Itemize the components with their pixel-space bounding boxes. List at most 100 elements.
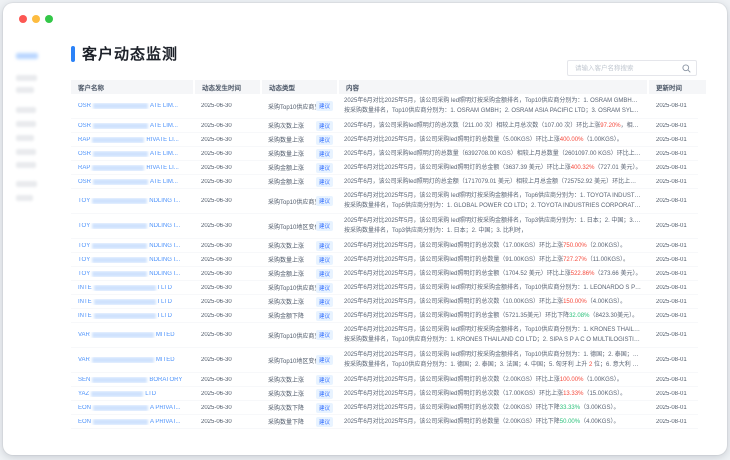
customer-name-link[interactable]: VARMITED <box>71 357 193 363</box>
customer-name-link[interactable]: INTEI LTD <box>71 313 193 319</box>
customer-name-link[interactable]: TOYNDLING I... <box>71 223 193 229</box>
customer-name-link[interactable]: EONA PRIVAT... <box>71 419 193 425</box>
content-text: 2025年6月对比2025年5月，该公司采购 led照明灯按采购金额排名，Top… <box>344 327 642 333</box>
customer-name-suffix: A PRIVAT... <box>150 405 180 411</box>
content-line: 2025年6月对比2025年5月，该公司采购led照明灯的总金额（3637.39… <box>344 163 642 173</box>
content-line: 2025年6月对比2025年5月，该公司采购 led照明灯按采购金额排名，Top… <box>344 216 642 226</box>
suggestion-tag[interactable]: 建议 <box>316 163 333 173</box>
suggestion-tag[interactable]: 建议 <box>316 355 333 365</box>
content-text: 2025年6月对比2025年5月，该公司采购 led照明灯按采购金额排名，Top… <box>344 193 642 199</box>
customer-name-link[interactable]: OSRATE LIM... <box>71 123 193 129</box>
customer-name-link[interactable]: INTEI LTD <box>71 285 193 291</box>
customer-name-prefix: EON <box>78 419 91 425</box>
content-line: 2025年6月对比2025年5月，该公司采购led照明灯的总次数（2.00KGS… <box>344 375 642 385</box>
content-text: 2025年6月对比2025年5月，该公司采购led照明灯的总金额（1704.52… <box>344 271 571 277</box>
customer-name-link[interactable]: RAPRIVATE LI... <box>71 165 193 171</box>
suggestion-tag[interactable]: 建议 <box>316 330 333 340</box>
event-type-label: 采购金额下降 <box>268 311 304 320</box>
customer-name-link[interactable]: YAZLTD <box>71 391 193 397</box>
content-line: 按采购数量排名，Top3供应商分别为：1. 日本；2. 中国；3. 比利时， <box>344 226 642 236</box>
customer-name-link[interactable]: TOYNDLING I... <box>71 198 193 204</box>
suggestion-tag[interactable]: 建议 <box>316 177 333 187</box>
sidebar-item[interactable] <box>16 149 36 155</box>
suggestion-tag[interactable]: 建议 <box>316 297 333 307</box>
customer-name-redacted <box>92 257 147 263</box>
minimize-button[interactable] <box>32 15 40 23</box>
suggestion-tag[interactable]: 建议 <box>316 149 333 159</box>
suggestion-tag[interactable]: 建议 <box>316 241 333 251</box>
customer-name-link[interactable]: TOYNDLING I... <box>71 271 193 277</box>
customer-dynamics-table: 客户名称 动态发生时间 动态类型 内容 更新时间 OSRATE LIM...20… <box>71 80 698 429</box>
suggestion-tag[interactable]: 建议 <box>316 221 333 231</box>
customer-name-redacted <box>94 313 156 319</box>
zoom-button[interactable] <box>45 15 53 23</box>
content-line: 按采购数量排名，Top10供应商分别为：1. KRONES THAILAND C… <box>344 335 642 345</box>
customer-name-prefix: OSR <box>78 123 91 129</box>
suggestion-tag[interactable]: 建议 <box>316 269 333 279</box>
suggestion-tag[interactable]: 建议 <box>316 101 333 111</box>
table-row: INTEI LTD2025-06-30采购Top10供应商变化建议2025年6月… <box>71 281 698 295</box>
customer-name-link[interactable]: OSRATE LIM... <box>71 179 193 185</box>
suggestion-tag[interactable]: 建议 <box>316 403 333 413</box>
sidebar-item-active[interactable] <box>16 53 38 59</box>
col-header-content: 内容 <box>339 80 647 94</box>
customer-name-link[interactable]: EONA PRIVAT... <box>71 405 193 411</box>
customer-name-redacted <box>93 419 148 425</box>
event-time-cell: 2025-06-30 <box>195 123 260 129</box>
content-line: 2025年6月对比2025年5月，该公司采购 led照明灯按采购金额排名，Top… <box>344 96 642 106</box>
content-text: （3.00KGS）。 <box>580 405 619 411</box>
update-time-cell: 2025-08-01 <box>649 179 706 185</box>
customer-name-redacted <box>94 299 156 305</box>
content-cell: 2025年6月对比2025年5月，该公司采购led照明灯的总数量（5.00KGS… <box>339 135 647 145</box>
table-row: TOYNDLING I...2025-06-30采购金额上涨建议2025年6月对… <box>71 267 698 281</box>
fall-value: 50.00% <box>560 419 580 425</box>
customer-name-suffix: NDLING I... <box>149 257 180 263</box>
customer-name-suffix: ATE LIM... <box>150 103 178 109</box>
content-text: 2025年6月对比2025年5月，该公司采购led照明灯的总次数（2.00KGS… <box>344 405 560 411</box>
sidebar-item[interactable] <box>16 87 34 93</box>
sidebar-item[interactable] <box>16 121 36 127</box>
customer-name-link[interactable]: VARMITED <box>71 332 193 338</box>
content-line: 2025年6月对比2025年5月，该公司采购led照明灯的总次数（10.00KG… <box>344 297 642 307</box>
suggestion-tag[interactable]: 建议 <box>316 375 333 385</box>
customer-name-prefix: RAP <box>78 165 90 171</box>
suggestion-tag[interactable]: 建议 <box>316 283 333 293</box>
suggestion-tag[interactable]: 建议 <box>316 311 333 321</box>
search-input[interactable] <box>573 64 678 73</box>
sidebar-item[interactable] <box>16 195 33 201</box>
content-text: 2025年6月对比2025年5月，该公司采购 led照明灯按采购金额排名，Top… <box>344 285 642 291</box>
content-cell: 2025年6月，该公司采购led照明灯的总数量（6392708.00 KGS）相… <box>339 149 647 159</box>
content-text: 位；6. 意大利 下降 <box>592 362 642 368</box>
sidebar-item[interactable] <box>16 135 34 141</box>
customer-name-link[interactable]: SENBORATORY <box>71 377 193 383</box>
content-cell: 2025年6月对比2025年5月，该公司采购led照明灯的总数量（2.00KGS… <box>339 417 647 427</box>
suggestion-tag[interactable]: 建议 <box>316 389 333 399</box>
col-header-event-type: 动态类型 <box>262 80 337 94</box>
sidebar-item[interactable] <box>16 162 36 168</box>
update-time-cell: 2025-08-01 <box>649 243 706 249</box>
customer-name-redacted <box>93 179 148 185</box>
suggestion-tag[interactable]: 建议 <box>316 255 333 265</box>
customer-name-link[interactable]: TOYNDLING I... <box>71 257 193 263</box>
suggestion-tag[interactable]: 建议 <box>316 135 333 145</box>
customer-name-link[interactable]: RAPRIVATE LI... <box>71 137 193 143</box>
sidebar-item[interactable] <box>16 107 36 113</box>
event-type-cell: 采购次数上涨建议 <box>262 121 337 131</box>
suggestion-tag[interactable]: 建议 <box>316 196 333 206</box>
content-cell: 2025年6月对比2025年5月，该公司采购led照明灯的总次数（2.00KGS… <box>339 375 647 385</box>
customer-name-link[interactable]: INTEI LTD <box>71 299 193 305</box>
customer-name-link[interactable]: OSRATE LIM... <box>71 103 193 109</box>
sidebar-item[interactable] <box>16 181 37 187</box>
suggestion-tag[interactable]: 建议 <box>316 121 333 131</box>
event-type-label: 采购次数上涨 <box>268 389 304 398</box>
close-button[interactable] <box>19 15 27 23</box>
sidebar-item[interactable] <box>16 75 37 81</box>
content-cell: 2025年6月，该公司采购led照明灯的总次数（211.00 次）相较上月总次数… <box>339 121 647 131</box>
customer-name-link[interactable]: OSRATE LIM... <box>71 151 193 157</box>
event-time-cell: 2025-06-30 <box>195 357 260 363</box>
suggestion-tag[interactable]: 建议 <box>316 417 333 427</box>
content-cell: 2025年6月对比2025年5月，该公司采购 led照明灯按采购金额排名，Top… <box>339 96 647 116</box>
search-icon[interactable] <box>682 64 691 73</box>
customer-name-link[interactable]: TOYNDLING I... <box>71 243 193 249</box>
content-line: 2025年6月对比2025年5月，该公司采购led照明灯的总次数（17.00KG… <box>344 241 642 251</box>
